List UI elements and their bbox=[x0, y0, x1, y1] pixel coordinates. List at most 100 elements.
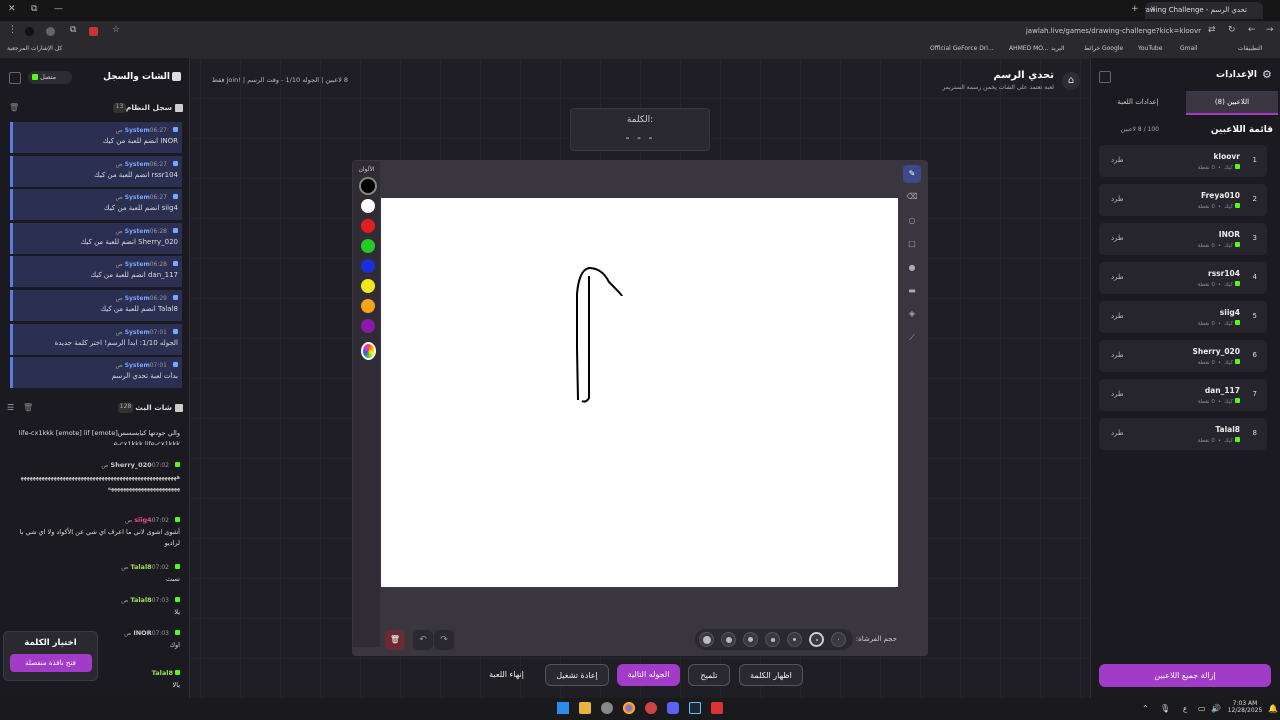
bookmark-item[interactable]: البريد bbox=[1051, 45, 1064, 52]
taskbar bbox=[0, 698, 1280, 720]
maximize-icon[interactable]: ⧉ bbox=[31, 4, 37, 14]
undo-button[interactable]: ↶ bbox=[413, 630, 433, 650]
bucket-icon: ◈ bbox=[908, 309, 916, 319]
brush-size-button[interactable] bbox=[831, 632, 846, 647]
tool-button[interactable]: ⟋ bbox=[903, 329, 921, 347]
end-game-button[interactable]: إنهاء اللعبة bbox=[478, 664, 535, 686]
player-rank: 5 bbox=[1252, 312, 1257, 320]
home-button[interactable]: ⌂ bbox=[1062, 72, 1080, 90]
url-text[interactable]: jawlah.live/games/drawing-challenge?kick… bbox=[1000, 27, 1201, 35]
brush-size-button[interactable] bbox=[699, 632, 714, 647]
kick-player-button[interactable]: طرد bbox=[1111, 429, 1124, 437]
tool-button[interactable]: ● bbox=[903, 259, 921, 277]
menu-icon[interactable]: ⋮ bbox=[8, 25, 17, 35]
tool-button[interactable]: ⌫ bbox=[903, 188, 921, 206]
tool-button[interactable]: □ bbox=[903, 235, 921, 253]
kick-player-button[interactable]: طرد bbox=[1111, 351, 1124, 359]
brush-size-button[interactable] bbox=[743, 632, 758, 647]
kick-player-button[interactable]: طرد bbox=[1111, 312, 1124, 320]
hint-button[interactable]: تلميح bbox=[688, 664, 730, 686]
input-language[interactable]: ع bbox=[1183, 705, 1187, 713]
remove-all-players-button[interactable]: إزالة جميع اللاعبين bbox=[1099, 664, 1271, 687]
volume-icon[interactable]: 🔊 bbox=[1211, 704, 1221, 713]
brush-dot bbox=[815, 638, 818, 641]
clear-canvas-button[interactable]: 🗑 bbox=[385, 630, 405, 650]
clock[interactable]: 7:03 AM 12/28/2025 bbox=[1225, 700, 1265, 714]
color-swatch[interactable] bbox=[361, 259, 375, 273]
steam-icon[interactable] bbox=[689, 702, 701, 714]
browser-tab[interactable]: تحدي الرسم - Drawing Challenge bbox=[1145, 2, 1263, 19]
bookmark-item[interactable]: كل الإشارات المرجعية bbox=[7, 45, 62, 52]
brush-size-button[interactable] bbox=[787, 632, 802, 647]
message-author: System bbox=[124, 194, 150, 202]
settings-app-icon[interactable] bbox=[601, 702, 613, 714]
file-explorer-icon[interactable] bbox=[579, 702, 591, 714]
open-window-button[interactable]: فتح نافذة منفصلة bbox=[9, 654, 92, 672]
tool-button[interactable]: ◈ bbox=[903, 305, 921, 323]
app-icon[interactable] bbox=[645, 702, 657, 714]
close-window-icon[interactable]: ✕ bbox=[8, 4, 16, 14]
bookmark-item[interactable]: Official GeForce Dri... bbox=[930, 45, 994, 52]
brush-size-button[interactable] bbox=[809, 632, 824, 647]
kick-player-button[interactable]: طرد bbox=[1111, 273, 1124, 281]
system-badge-icon bbox=[173, 194, 178, 200]
extensions-icon[interactable]: ⧉ bbox=[70, 25, 76, 35]
color-swatch[interactable] bbox=[361, 279, 375, 293]
redo-button[interactable]: ↷ bbox=[434, 630, 454, 650]
bookmark-item[interactable]: خرائط Google bbox=[1084, 45, 1123, 52]
color-swatch[interactable] bbox=[361, 219, 375, 233]
filter-icon[interactable]: ☰ bbox=[7, 403, 14, 412]
clear-log-icon[interactable]: 🗑 bbox=[9, 103, 19, 112]
brush-size-button[interactable] bbox=[721, 632, 736, 647]
clear-chat-icon[interactable]: 🗑 bbox=[23, 403, 33, 412]
chrome-icon[interactable] bbox=[623, 702, 635, 714]
kick-player-button[interactable]: طرد bbox=[1111, 195, 1124, 203]
player-points: 0 نقطة bbox=[1197, 321, 1215, 327]
brush-size-button[interactable] bbox=[765, 632, 780, 647]
color-swatch[interactable] bbox=[361, 199, 375, 213]
player-card: 1 kloovr كيك•0 نقطة طرد bbox=[1099, 145, 1267, 177]
custom-color-picker[interactable] bbox=[361, 342, 376, 360]
bookmark-star-icon[interactable]: ☆ bbox=[112, 25, 120, 35]
record-extension-icon[interactable] bbox=[89, 27, 98, 36]
color-swatch[interactable] bbox=[361, 239, 375, 253]
next-round-button[interactable]: الجوله التالية bbox=[617, 664, 680, 686]
kick-player-button[interactable]: طرد bbox=[1111, 390, 1124, 398]
new-tab-icon[interactable]: + bbox=[1131, 4, 1139, 14]
discord-icon[interactable] bbox=[667, 702, 679, 714]
tray-chevron-icon[interactable]: ⌃ bbox=[1142, 704, 1149, 713]
kick-player-button[interactable]: طرد bbox=[1111, 234, 1124, 242]
start-icon[interactable] bbox=[557, 702, 569, 714]
message-text: INOR انضم للعبة من كيك bbox=[102, 137, 178, 145]
tool-button[interactable]: ✎ bbox=[903, 165, 921, 183]
color-swatch[interactable] bbox=[361, 299, 375, 313]
bookmark-item[interactable]: Gmail bbox=[1180, 45, 1198, 52]
show-word-button[interactable]: اظهار الكلمة bbox=[739, 664, 803, 686]
minimize-icon[interactable]: — bbox=[54, 4, 63, 14]
tool-button[interactable]: ▬ bbox=[903, 282, 921, 300]
forward-icon[interactable]: → bbox=[1266, 25, 1274, 35]
tab-close-icon[interactable]: ✕ bbox=[1150, 5, 1156, 13]
site-settings-icon[interactable]: ⇄ bbox=[1208, 25, 1216, 35]
collapse-panel-icon[interactable] bbox=[9, 72, 21, 84]
notification-icon[interactable]: 🔔 bbox=[1268, 704, 1278, 713]
color-swatch[interactable] bbox=[361, 319, 375, 333]
recording-app-icon[interactable] bbox=[711, 702, 723, 714]
profile-icon[interactable] bbox=[25, 27, 34, 36]
tab-players[interactable]: اللاعبين (8) bbox=[1186, 91, 1278, 115]
network-icon[interactable]: ▭ bbox=[1198, 704, 1206, 713]
reload-icon[interactable]: ↻ bbox=[1228, 25, 1236, 35]
system-message: System06:28 ص Sherry_020 انضم للعبة من كي… bbox=[10, 222, 182, 254]
color-swatch[interactable] bbox=[361, 179, 375, 193]
extension-icon[interactable] bbox=[46, 27, 55, 36]
back-icon[interactable]: ← bbox=[1248, 25, 1256, 35]
drawing-canvas[interactable] bbox=[381, 198, 898, 587]
collapse-settings-icon[interactable] bbox=[1099, 71, 1111, 83]
kick-player-button[interactable]: طرد bbox=[1111, 156, 1124, 164]
tab-game-settings[interactable]: إعدادات اللعبة bbox=[1092, 91, 1184, 115]
bookmark-item[interactable]: YouTube bbox=[1138, 45, 1162, 52]
bookmark-item[interactable]: AHMED MO... bbox=[1009, 45, 1049, 52]
restart-button[interactable]: إعادة تشغيل bbox=[545, 664, 609, 686]
bookmark-item[interactable]: التطبيقات bbox=[1238, 45, 1262, 52]
tool-button[interactable]: ○ bbox=[903, 212, 921, 230]
